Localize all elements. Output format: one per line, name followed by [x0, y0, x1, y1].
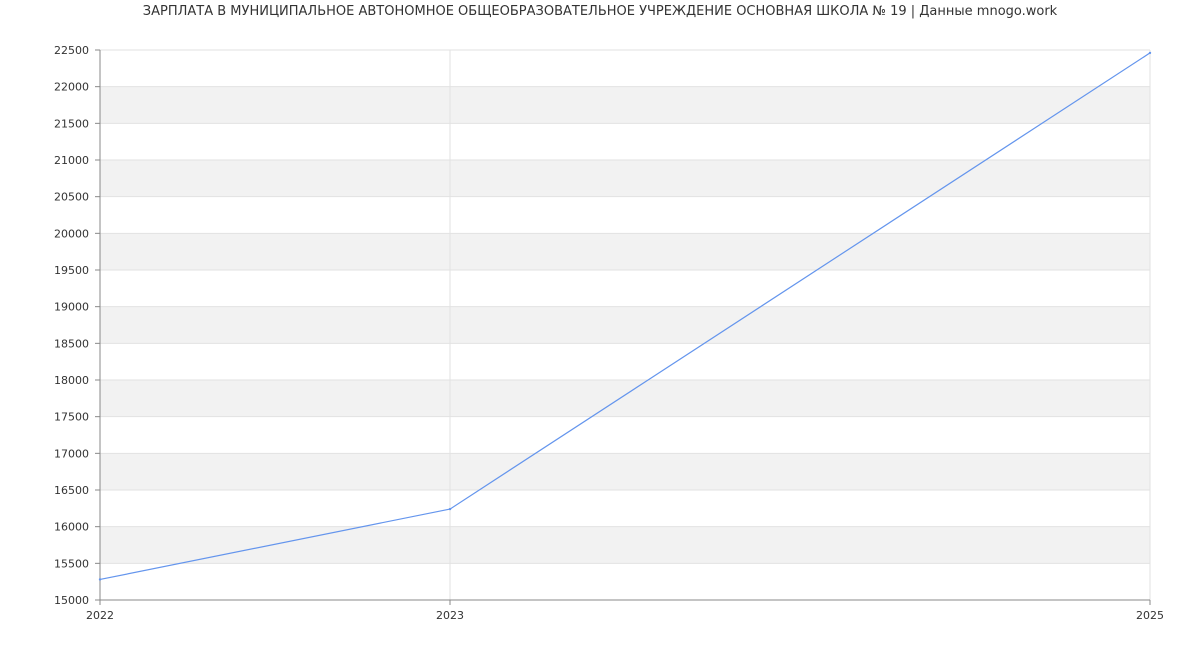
y-tick-label: 17500 [54, 411, 89, 424]
data-point [98, 578, 102, 581]
y-tick-label: 20000 [54, 227, 89, 240]
plot-band [100, 233, 1150, 270]
data-point [448, 507, 452, 511]
plot-band [100, 160, 1150, 197]
x-axis-ticks: 2022 2023 2025 [86, 600, 1164, 622]
line-chart: 15000 15500 16000 16500 17000 17500 18000 18500… [54, 44, 1164, 622]
y-tick-label: 21500 [54, 117, 89, 130]
y-tick-label: 19000 [54, 301, 89, 314]
plot-band [100, 453, 1150, 490]
y-tick-label: 17000 [54, 447, 89, 460]
x-tick-label: 2022 [86, 609, 114, 622]
plot-background-bands [100, 50, 1150, 600]
plot-band [100, 86, 1150, 124]
plot-band [100, 50, 1150, 87]
y-tick-label: 15000 [54, 594, 89, 607]
x-tick-label: 2025 [1136, 609, 1164, 622]
plot-band [100, 196, 1150, 234]
y-tick-label: 22500 [54, 44, 89, 57]
y-tick-label: 16000 [54, 521, 89, 534]
plot-band [100, 526, 1150, 564]
y-tick-label: 18000 [54, 374, 89, 387]
plot-band [100, 490, 1150, 527]
x-tick-label: 2023 [436, 609, 464, 622]
plot-band [100, 306, 1150, 344]
y-tick-label: 18500 [54, 337, 89, 350]
plot-band [100, 416, 1150, 454]
plot-band [100, 123, 1150, 160]
y-tick-label: 22000 [54, 81, 89, 94]
y-tick-label: 19500 [54, 264, 89, 277]
plot-band [100, 270, 1150, 307]
plot-band [100, 343, 1150, 380]
y-tick-label: 15500 [54, 557, 89, 570]
plot-band [100, 563, 1150, 600]
y-tick-label: 16500 [54, 484, 89, 497]
plot-band [100, 380, 1150, 417]
y-tick-label: 20500 [54, 191, 89, 204]
y-axis-ticks: 15000 15500 16000 16500 17000 17500 18000 18500… [54, 44, 100, 607]
y-tick-label: 21000 [54, 154, 89, 167]
data-point [1148, 51, 1152, 55]
